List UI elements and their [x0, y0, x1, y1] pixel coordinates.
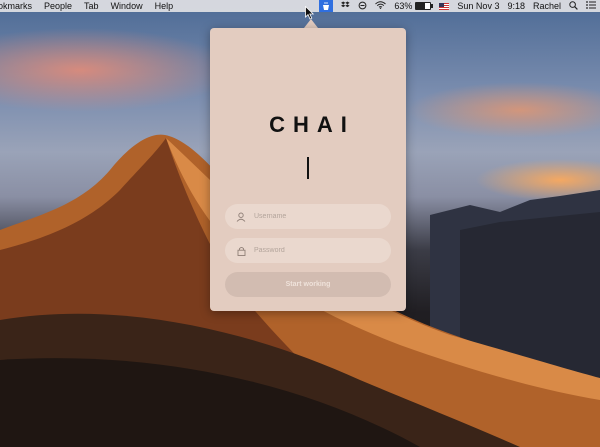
text-cursor [307, 157, 309, 179]
chai-login-popover: CHAI Start working [210, 28, 406, 311]
battery-icon[interactable] [415, 2, 434, 10]
dropbox-icon[interactable] [341, 1, 350, 11]
menu-window[interactable]: Window [111, 1, 143, 11]
sync-icon[interactable] [358, 1, 367, 12]
menu-bookmarks[interactable]: okmarks [0, 1, 32, 11]
menu-bar: okmarks People Tab Window Help 63% Sun N… [0, 0, 600, 12]
popover-caret [304, 19, 318, 28]
username-field[interactable] [225, 204, 391, 229]
start-working-button[interactable]: Start working [225, 272, 391, 297]
menu-people[interactable]: People [44, 1, 72, 11]
password-field[interactable] [225, 238, 391, 263]
menubar-time[interactable]: 9:18 [507, 1, 525, 11]
password-input[interactable] [254, 247, 374, 254]
user-icon [234, 210, 248, 224]
menubar-date[interactable]: Sun Nov 3 [457, 1, 499, 11]
battery-percent: 63% [394, 1, 413, 11]
us-flag-icon[interactable] [439, 2, 450, 10]
notification-center-icon[interactable] [586, 1, 596, 11]
username-input[interactable] [254, 213, 374, 220]
cup-icon [323, 1, 330, 10]
spotlight-search-icon[interactable] [569, 0, 578, 12]
menu-tab[interactable]: Tab [84, 1, 99, 11]
chai-tray-icon[interactable] [319, 0, 334, 12]
wifi-icon[interactable] [375, 1, 387, 11]
lock-icon [234, 244, 248, 258]
menubar-user[interactable]: Rachel [533, 1, 561, 11]
battery-level [416, 3, 426, 9]
mouse-cursor-icon [305, 6, 315, 20]
app-title: CHAI [269, 112, 355, 137]
menu-help[interactable]: Help [155, 1, 174, 11]
